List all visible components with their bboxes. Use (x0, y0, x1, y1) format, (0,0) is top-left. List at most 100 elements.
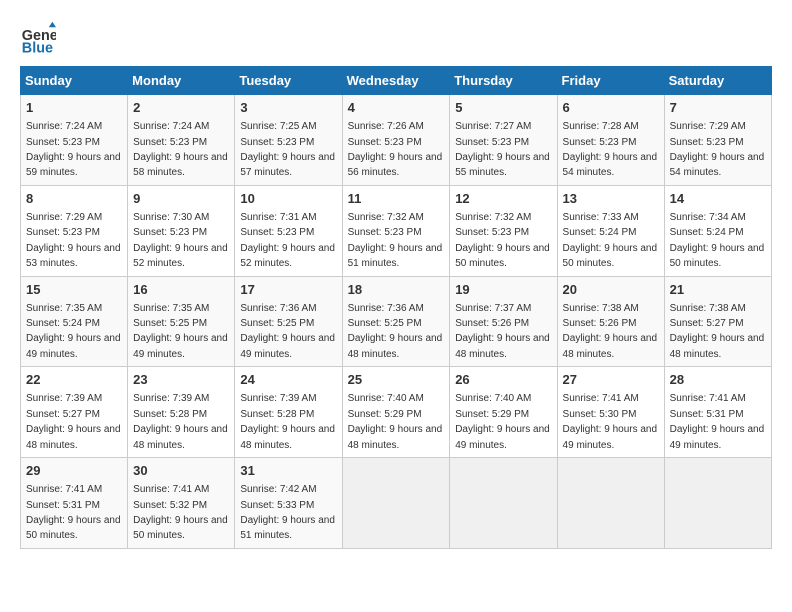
day-number: 11 (348, 190, 445, 208)
day-number: 15 (26, 281, 122, 299)
calendar-cell: 16 Sunrise: 7:35 AMSunset: 5:25 PMDaylig… (128, 276, 235, 367)
day-info: Sunrise: 7:31 AMSunset: 5:23 PMDaylight:… (240, 212, 335, 269)
day-number: 13 (563, 190, 659, 208)
day-number: 31 (240, 462, 336, 480)
calendar-cell: 11 Sunrise: 7:32 AMSunset: 5:23 PMDaylig… (342, 185, 450, 276)
calendar-cell: 23 Sunrise: 7:39 AMSunset: 5:28 PMDaylig… (128, 367, 235, 458)
calendar-week-2: 8 Sunrise: 7:29 AMSunset: 5:23 PMDayligh… (21, 185, 772, 276)
day-number: 10 (240, 190, 336, 208)
day-info: Sunrise: 7:41 AMSunset: 5:32 PMDaylight:… (133, 484, 228, 541)
day-info: Sunrise: 7:36 AMSunset: 5:25 PMDaylight:… (348, 303, 443, 360)
day-number: 12 (455, 190, 551, 208)
header-cell-monday: Monday (128, 67, 235, 95)
day-info: Sunrise: 7:37 AMSunset: 5:26 PMDaylight:… (455, 303, 550, 360)
header-cell-thursday: Thursday (450, 67, 557, 95)
header-cell-sunday: Sunday (21, 67, 128, 95)
day-number: 20 (563, 281, 659, 299)
calendar-cell: 2 Sunrise: 7:24 AMSunset: 5:23 PMDayligh… (128, 95, 235, 186)
day-info: Sunrise: 7:40 AMSunset: 5:29 PMDaylight:… (455, 393, 550, 450)
day-number: 5 (455, 99, 551, 117)
calendar-cell: 28 Sunrise: 7:41 AMSunset: 5:31 PMDaylig… (664, 367, 771, 458)
day-number: 30 (133, 462, 229, 480)
calendar-table: SundayMondayTuesdayWednesdayThursdayFrid… (20, 66, 772, 549)
calendar-week-5: 29 Sunrise: 7:41 AMSunset: 5:31 PMDaylig… (21, 458, 772, 549)
header-cell-saturday: Saturday (664, 67, 771, 95)
calendar-cell: 22 Sunrise: 7:39 AMSunset: 5:27 PMDaylig… (21, 367, 128, 458)
calendar-cell: 12 Sunrise: 7:32 AMSunset: 5:23 PMDaylig… (450, 185, 557, 276)
day-info: Sunrise: 7:32 AMSunset: 5:23 PMDaylight:… (455, 212, 550, 269)
header-cell-wednesday: Wednesday (342, 67, 450, 95)
day-info: Sunrise: 7:24 AMSunset: 5:23 PMDaylight:… (133, 121, 228, 178)
day-info: Sunrise: 7:39 AMSunset: 5:27 PMDaylight:… (26, 393, 121, 450)
calendar-week-4: 22 Sunrise: 7:39 AMSunset: 5:27 PMDaylig… (21, 367, 772, 458)
day-info: Sunrise: 7:39 AMSunset: 5:28 PMDaylight:… (240, 393, 335, 450)
calendar-cell: 10 Sunrise: 7:31 AMSunset: 5:23 PMDaylig… (235, 185, 342, 276)
calendar-cell: 7 Sunrise: 7:29 AMSunset: 5:23 PMDayligh… (664, 95, 771, 186)
day-number: 22 (26, 371, 122, 389)
day-number: 19 (455, 281, 551, 299)
calendar-body: 1 Sunrise: 7:24 AMSunset: 5:23 PMDayligh… (21, 95, 772, 549)
calendar-cell: 14 Sunrise: 7:34 AMSunset: 5:24 PMDaylig… (664, 185, 771, 276)
calendar-cell: 13 Sunrise: 7:33 AMSunset: 5:24 PMDaylig… (557, 185, 664, 276)
day-info: Sunrise: 7:28 AMSunset: 5:23 PMDaylight:… (563, 121, 658, 178)
calendar-cell (342, 458, 450, 549)
day-info: Sunrise: 7:24 AMSunset: 5:23 PMDaylight:… (26, 121, 121, 178)
calendar-week-3: 15 Sunrise: 7:35 AMSunset: 5:24 PMDaylig… (21, 276, 772, 367)
calendar-cell: 29 Sunrise: 7:41 AMSunset: 5:31 PMDaylig… (21, 458, 128, 549)
day-number: 17 (240, 281, 336, 299)
day-info: Sunrise: 7:38 AMSunset: 5:26 PMDaylight:… (563, 303, 658, 360)
calendar-cell: 5 Sunrise: 7:27 AMSunset: 5:23 PMDayligh… (450, 95, 557, 186)
day-info: Sunrise: 7:30 AMSunset: 5:23 PMDaylight:… (133, 212, 228, 269)
day-number: 25 (348, 371, 445, 389)
day-number: 1 (26, 99, 122, 117)
calendar-cell: 25 Sunrise: 7:40 AMSunset: 5:29 PMDaylig… (342, 367, 450, 458)
day-number: 28 (670, 371, 766, 389)
calendar-cell: 17 Sunrise: 7:36 AMSunset: 5:25 PMDaylig… (235, 276, 342, 367)
day-number: 8 (26, 190, 122, 208)
day-number: 18 (348, 281, 445, 299)
calendar-cell: 18 Sunrise: 7:36 AMSunset: 5:25 PMDaylig… (342, 276, 450, 367)
day-number: 16 (133, 281, 229, 299)
header-row: SundayMondayTuesdayWednesdayThursdayFrid… (21, 67, 772, 95)
day-info: Sunrise: 7:32 AMSunset: 5:23 PMDaylight:… (348, 212, 443, 269)
day-info: Sunrise: 7:35 AMSunset: 5:25 PMDaylight:… (133, 303, 228, 360)
svg-text:Blue: Blue (22, 40, 53, 56)
calendar-cell: 21 Sunrise: 7:38 AMSunset: 5:27 PMDaylig… (664, 276, 771, 367)
day-info: Sunrise: 7:39 AMSunset: 5:28 PMDaylight:… (133, 393, 228, 450)
calendar-cell: 1 Sunrise: 7:24 AMSunset: 5:23 PMDayligh… (21, 95, 128, 186)
calendar-cell: 26 Sunrise: 7:40 AMSunset: 5:29 PMDaylig… (450, 367, 557, 458)
day-info: Sunrise: 7:29 AMSunset: 5:23 PMDaylight:… (26, 212, 121, 269)
day-info: Sunrise: 7:33 AMSunset: 5:24 PMDaylight:… (563, 212, 658, 269)
day-number: 7 (670, 99, 766, 117)
calendar-cell: 27 Sunrise: 7:41 AMSunset: 5:30 PMDaylig… (557, 367, 664, 458)
calendar-cell: 19 Sunrise: 7:37 AMSunset: 5:26 PMDaylig… (450, 276, 557, 367)
day-info: Sunrise: 7:34 AMSunset: 5:24 PMDaylight:… (670, 212, 765, 269)
calendar-header: SundayMondayTuesdayWednesdayThursdayFrid… (21, 67, 772, 95)
day-info: Sunrise: 7:41 AMSunset: 5:30 PMDaylight:… (563, 393, 658, 450)
calendar-cell: 6 Sunrise: 7:28 AMSunset: 5:23 PMDayligh… (557, 95, 664, 186)
day-number: 9 (133, 190, 229, 208)
day-number: 6 (563, 99, 659, 117)
calendar-cell: 9 Sunrise: 7:30 AMSunset: 5:23 PMDayligh… (128, 185, 235, 276)
calendar-cell: 31 Sunrise: 7:42 AMSunset: 5:33 PMDaylig… (235, 458, 342, 549)
calendar-cell (450, 458, 557, 549)
day-number: 14 (670, 190, 766, 208)
calendar-cell (664, 458, 771, 549)
day-info: Sunrise: 7:25 AMSunset: 5:23 PMDaylight:… (240, 121, 335, 178)
day-info: Sunrise: 7:29 AMSunset: 5:23 PMDaylight:… (670, 121, 765, 178)
calendar-cell: 3 Sunrise: 7:25 AMSunset: 5:23 PMDayligh… (235, 95, 342, 186)
calendar-cell: 20 Sunrise: 7:38 AMSunset: 5:26 PMDaylig… (557, 276, 664, 367)
day-number: 2 (133, 99, 229, 117)
calendar-cell: 4 Sunrise: 7:26 AMSunset: 5:23 PMDayligh… (342, 95, 450, 186)
day-info: Sunrise: 7:40 AMSunset: 5:29 PMDaylight:… (348, 393, 443, 450)
calendar-cell: 30 Sunrise: 7:41 AMSunset: 5:32 PMDaylig… (128, 458, 235, 549)
header-cell-friday: Friday (557, 67, 664, 95)
day-number: 26 (455, 371, 551, 389)
calendar-cell: 24 Sunrise: 7:39 AMSunset: 5:28 PMDaylig… (235, 367, 342, 458)
day-info: Sunrise: 7:36 AMSunset: 5:25 PMDaylight:… (240, 303, 335, 360)
day-info: Sunrise: 7:38 AMSunset: 5:27 PMDaylight:… (670, 303, 765, 360)
day-info: Sunrise: 7:42 AMSunset: 5:33 PMDaylight:… (240, 484, 335, 541)
day-info: Sunrise: 7:26 AMSunset: 5:23 PMDaylight:… (348, 121, 443, 178)
calendar-cell: 15 Sunrise: 7:35 AMSunset: 5:24 PMDaylig… (21, 276, 128, 367)
header-cell-tuesday: Tuesday (235, 67, 342, 95)
